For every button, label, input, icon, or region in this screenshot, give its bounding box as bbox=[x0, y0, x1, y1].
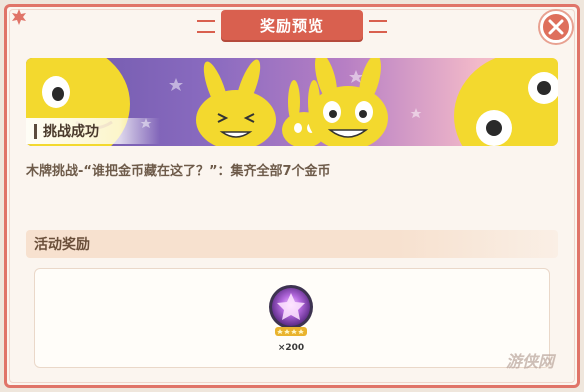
dialog-title-text: 奖励预览 bbox=[259, 16, 324, 35]
purple-star-orb-icon bbox=[269, 285, 313, 336]
reward-quantity: ×200 bbox=[277, 343, 305, 353]
rewards-section-header: 活动奖励 bbox=[26, 230, 558, 258]
close-button[interactable] bbox=[540, 11, 572, 43]
reward-item[interactable]: ×200 bbox=[263, 283, 319, 357]
watermark: 游侠网 bbox=[506, 352, 555, 371]
close-icon bbox=[548, 19, 564, 35]
challenge-success-label: 挑战成功 bbox=[26, 118, 160, 144]
rewards-section-title: 活动奖励 bbox=[34, 237, 90, 253]
challenge-success-text: 挑战成功 bbox=[43, 124, 99, 140]
label-accent-bar bbox=[34, 123, 37, 139]
rewards-panel: ×200 bbox=[34, 268, 550, 368]
challenge-description: 木牌挑战-“谁把金币藏在这了？”：集齐全部7个金币 bbox=[26, 164, 331, 179]
dialog-title: 奖励预览 bbox=[197, 10, 387, 40]
maple-leaf-icon bbox=[12, 9, 26, 25]
reward-preview-screen: 奖励预览 挑战成功 木牌挑战-“谁把金币藏在这了？”：集齐全部7个金币 活动奖励… bbox=[0, 0, 584, 392]
